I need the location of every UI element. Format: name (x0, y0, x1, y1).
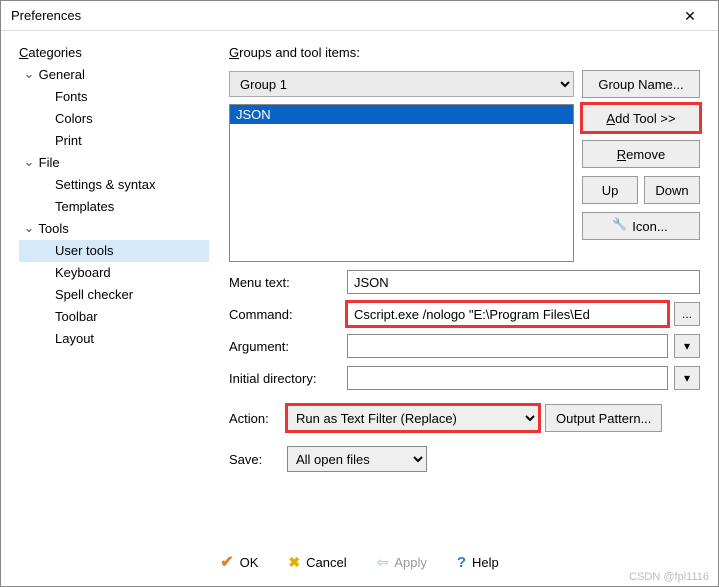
categories-tree[interactable]: ⌄ General Fonts Colors Print ⌄ File Sett… (19, 64, 209, 530)
group-name-button[interactable]: Group Name... (582, 70, 700, 98)
tree-leaf-print[interactable]: Print (19, 130, 209, 152)
icon-button[interactable]: Icon... (582, 212, 700, 240)
tree-leaf-fonts[interactable]: Fonts (19, 86, 209, 108)
initdir-label: Initial directory: (229, 371, 341, 386)
initdir-input[interactable] (347, 366, 668, 390)
output-pattern-button[interactable]: Output Pattern... (545, 404, 662, 432)
tree-leaf-spell[interactable]: Spell checker (19, 284, 209, 306)
check-icon: ✔ (220, 552, 233, 572)
tree-node-tools[interactable]: ⌄ Tools (19, 218, 209, 240)
watermark: CSDN @fpl1116 (629, 571, 709, 583)
tree-leaf-usertools[interactable]: User tools (19, 240, 209, 262)
tree-leaf-settings[interactable]: Settings & syntax (19, 174, 209, 196)
initdir-dropdown-button[interactable]: ▾ (674, 366, 700, 390)
menu-text-label: Menu text: (229, 275, 341, 290)
tree-node-file[interactable]: ⌄ File (19, 152, 209, 174)
close-icon[interactable]: ✕ (670, 1, 710, 31)
tree-leaf-keyboard[interactable]: Keyboard (19, 262, 209, 284)
ok-button[interactable]: ✔OK (220, 552, 258, 572)
browse-button[interactable]: ... (674, 302, 700, 326)
tree-label: Tools (38, 221, 68, 236)
group-select[interactable]: Group 1 (229, 71, 574, 97)
tree-leaf-colors[interactable]: Colors (19, 108, 209, 130)
tree-node-general[interactable]: ⌄ General (19, 64, 209, 86)
help-button[interactable]: ?Help (457, 554, 499, 571)
categories-panel: Categories ⌄ General Fonts Colors Print … (19, 45, 209, 530)
tree-label: General (39, 67, 85, 82)
cancel-button[interactable]: ✖Cancel (288, 554, 346, 571)
preferences-window: Preferences ✕ Categories ⌄ General Fonts… (0, 0, 719, 587)
groups-label: Groups and tool items: (229, 45, 700, 60)
argument-input[interactable] (347, 334, 668, 358)
action-select[interactable]: Run as Text Filter (Replace) (287, 405, 539, 431)
tree-leaf-templates[interactable]: Templates (19, 196, 209, 218)
argument-label: Argument: (229, 339, 341, 354)
up-button[interactable]: Up (582, 176, 638, 204)
tool-settings-panel: Groups and tool items: Group 1 Group Nam… (229, 45, 700, 530)
categories-label: Categories (19, 45, 209, 60)
command-label: Command: (229, 307, 341, 322)
tool-listbox[interactable]: JSON (229, 104, 574, 262)
list-item[interactable]: JSON (230, 105, 573, 124)
argument-dropdown-button[interactable]: ▾ (674, 334, 700, 358)
tree-leaf-layout[interactable]: Layout (19, 328, 209, 350)
titlebar: Preferences ✕ (1, 1, 718, 31)
x-icon: ✖ (288, 554, 300, 571)
dialog-body: Categories ⌄ General Fonts Colors Print … (1, 31, 718, 538)
action-label: Action: (229, 411, 281, 426)
menu-text-input[interactable] (347, 270, 700, 294)
save-label: Save: (229, 452, 281, 467)
wrench-icon (614, 219, 628, 233)
remove-button[interactable]: Remove (582, 140, 700, 168)
arrow-icon: ⇦ (377, 554, 389, 571)
dialog-footer: ✔OK ✖Cancel ⇦Apply ?Help (1, 538, 718, 586)
tree-leaf-toolbar[interactable]: Toolbar (19, 306, 209, 328)
down-button[interactable]: Down (644, 176, 700, 204)
add-tool-button[interactable]: Add Tool >> (582, 104, 700, 132)
window-title: Preferences (11, 8, 670, 23)
question-icon: ? (457, 554, 466, 571)
tree-label: File (39, 155, 60, 170)
command-input[interactable] (347, 302, 668, 326)
apply-button[interactable]: ⇦Apply (377, 554, 427, 571)
save-select[interactable]: All open files (287, 446, 427, 472)
